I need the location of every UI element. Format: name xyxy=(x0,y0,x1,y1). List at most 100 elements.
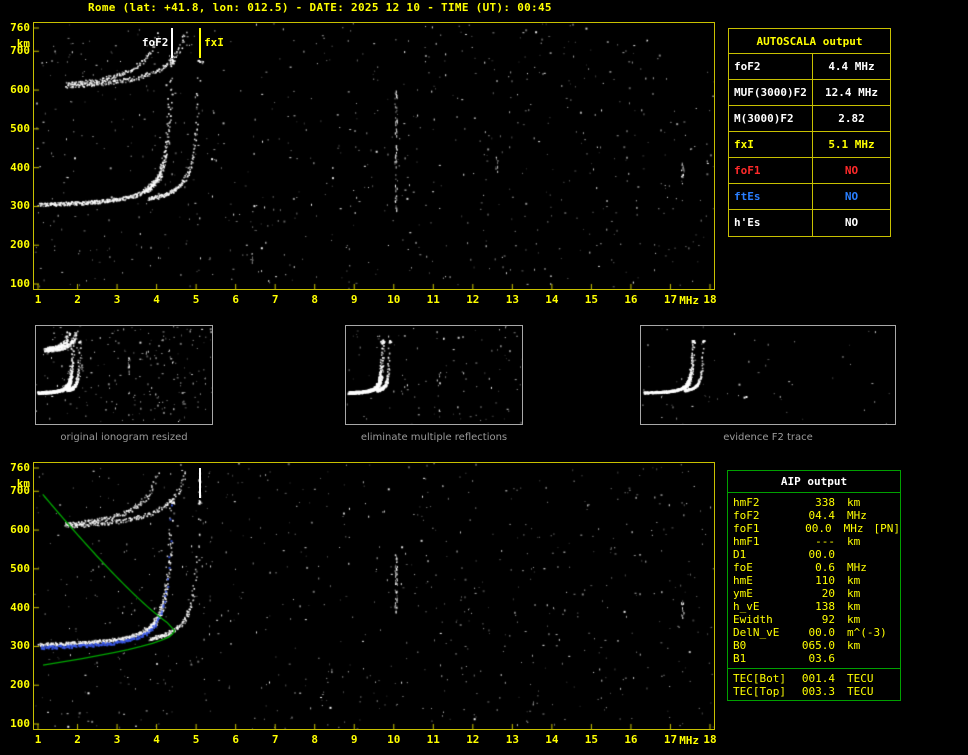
autoscala-row: M(3000)F2 2.82 xyxy=(729,106,890,132)
autoscala-row: foF2 4.4 MHz xyxy=(729,54,890,80)
aip-separator xyxy=(728,668,900,669)
x-tick-label: 1 xyxy=(34,733,42,746)
parameter-value: 20 xyxy=(821,587,835,600)
x-tick-label: 14 xyxy=(545,733,559,746)
parameter-name: h_vE xyxy=(733,600,760,613)
y-axis-unit: km xyxy=(16,37,30,50)
parameter-unit: km xyxy=(847,574,861,587)
thumbnail-caption-f2-trace: evidence F2 trace xyxy=(723,432,813,443)
autoscala-app: Rome (lat: +41.8, lon: 012.5) - DATE: 20… xyxy=(0,0,968,755)
x-tick-label: 1 xyxy=(34,293,42,306)
aip-row: TEC[Bot] 001.4 TECU xyxy=(728,672,900,685)
x-tick-label: 9 xyxy=(350,733,358,746)
parameter-unit: MHz xyxy=(847,561,867,574)
thumbnail-f2-trace-canvas xyxy=(641,326,895,424)
fxI-marker-line xyxy=(199,28,202,58)
x-tick-label: 11 xyxy=(426,293,440,306)
autoscala-row: ftEs NO xyxy=(729,184,890,210)
x-tick-label: 16 xyxy=(624,733,638,746)
parameter-unit: km xyxy=(847,600,861,613)
parameter-name: ftEs xyxy=(729,184,813,209)
thumbnail-caption-original: original ionogram resized xyxy=(60,432,188,443)
thumbnail-f2-trace xyxy=(640,325,896,425)
ionogram-plot-profile xyxy=(33,462,715,730)
fxI-marker-line-bottom xyxy=(199,468,202,498)
x-tick-label: 11 xyxy=(426,733,440,746)
parameter-value: NO xyxy=(844,216,859,229)
x-tick-label: 10 xyxy=(387,293,401,306)
x-tick-label: 2 xyxy=(74,733,81,746)
parameter-unit: MHz xyxy=(843,522,864,535)
aip-row: hmE 110 km xyxy=(728,574,900,587)
parameter-name: M(3000)F2 xyxy=(729,106,813,131)
aip-row: foE 0.6 MHz xyxy=(728,561,900,574)
aip-row: Ewidth 92 km xyxy=(728,613,900,626)
parameter-value: 003.3 xyxy=(801,685,835,698)
parameter-value: --- xyxy=(815,535,835,548)
profile-ionogram-canvas xyxy=(34,463,714,729)
autoscala-row: foF1 NO xyxy=(729,158,890,184)
autoscala-rows: foF2 4.4 MHz MUF(3000)F2 12.4 MHz M(3000)F2 2… xyxy=(729,54,890,236)
parameter-value: 4.4 MHz xyxy=(828,60,875,73)
aip-row: hmF1 --- km xyxy=(728,535,900,548)
foF2-marker-line xyxy=(171,28,174,58)
x-tick-label: 7 xyxy=(271,733,279,746)
parameter-value: 338 xyxy=(815,496,835,509)
x-tick-label: 6 xyxy=(232,293,239,306)
aip-rows: hmF2 338 km foF2 04.4 MHz foF1 00.0 MHz [PN] hmF1 -… xyxy=(728,496,900,665)
aip-row: B0 065.0 km xyxy=(728,639,900,652)
x-tick-label: 9 xyxy=(350,293,358,306)
y-tick-label: 200 xyxy=(10,678,30,692)
ionogram-plot-main: foF2 fxI xyxy=(33,22,715,290)
parameter-name: hmF2 xyxy=(733,496,760,509)
x-tick-label: 6 xyxy=(232,733,239,746)
y-tick-label: 400 xyxy=(10,600,30,614)
parameter-unit: km xyxy=(847,496,861,509)
parameter-name: B1 xyxy=(733,652,747,665)
aip-row: DelN_vE 00.0 m^(-3) xyxy=(728,626,900,639)
x-tick-label: 8 xyxy=(311,293,319,306)
x-tick-label: 16 xyxy=(624,293,638,306)
aip-output-table: AIP output hmF2 338 km foF2 04.4 MHz foF1 00.0 M… xyxy=(727,470,901,701)
thumbnail-no-multiples xyxy=(345,325,523,425)
parameter-name: foE xyxy=(733,561,753,574)
parameter-value: 2.82 xyxy=(838,112,865,125)
parameter-unit: m^(-3) xyxy=(847,626,887,639)
parameter-name: hmF1 xyxy=(733,535,760,548)
parameter-value: 92 xyxy=(821,613,835,626)
autoscala-output-table: AUTOSCALA output foF2 4.4 MHz MUF(3000)F2 1… xyxy=(728,28,891,237)
foF2-marker-label: foF2 xyxy=(141,36,169,49)
x-tick-label: 2 xyxy=(74,293,81,306)
x-tick-label: 12 xyxy=(466,733,480,746)
thumbnail-original-canvas xyxy=(36,326,212,424)
parameter-value: 00.0 xyxy=(808,626,836,639)
parameter-name: h'Es xyxy=(729,210,813,236)
x-tick-label: 3 xyxy=(113,733,121,746)
parameter-name: DelN_vE xyxy=(733,626,780,639)
parameter-value: 065.0 xyxy=(801,639,835,652)
parameter-value: NO xyxy=(844,190,859,203)
parameter-value: 12.4 MHz xyxy=(825,86,878,99)
aip-tec-rows: TEC[Bot] 001.4 TECU TEC[Top] 003.3 TECU xyxy=(728,672,900,698)
parameter-name: foF2 xyxy=(729,54,813,79)
parameter-value: 00.0 xyxy=(808,548,836,561)
y-tick-label: 300 xyxy=(10,199,30,213)
aip-row: foF1 00.0 MHz [PN] xyxy=(728,522,900,535)
station-date-title: Rome (lat: +41.8, lon: 012.5) - DATE: 20… xyxy=(88,1,552,14)
x-tick-label: 3 xyxy=(113,293,121,306)
y-tick-label: 200 xyxy=(10,238,30,252)
y-tick-label: 400 xyxy=(10,160,30,174)
parameter-value: NO xyxy=(844,164,859,177)
parameter-unit: TECU xyxy=(847,685,874,698)
autoscala-row: MUF(3000)F2 12.4 MHz xyxy=(729,80,890,106)
autoscala-row: h'Es NO xyxy=(729,210,890,236)
parameter-value: 03.6 xyxy=(808,652,836,665)
parameter-name: TEC[Top] xyxy=(733,685,786,698)
x-tick-label: 13 xyxy=(505,733,519,746)
thumbnail-original-ionogram xyxy=(35,325,213,425)
x-tick-label: 8 xyxy=(311,733,319,746)
parameter-unit: MHz xyxy=(847,509,867,522)
x-tick-label: 4 xyxy=(153,293,160,306)
aip-row: hmF2 338 km xyxy=(728,496,900,509)
parameter-value: 04.4 xyxy=(808,509,836,522)
